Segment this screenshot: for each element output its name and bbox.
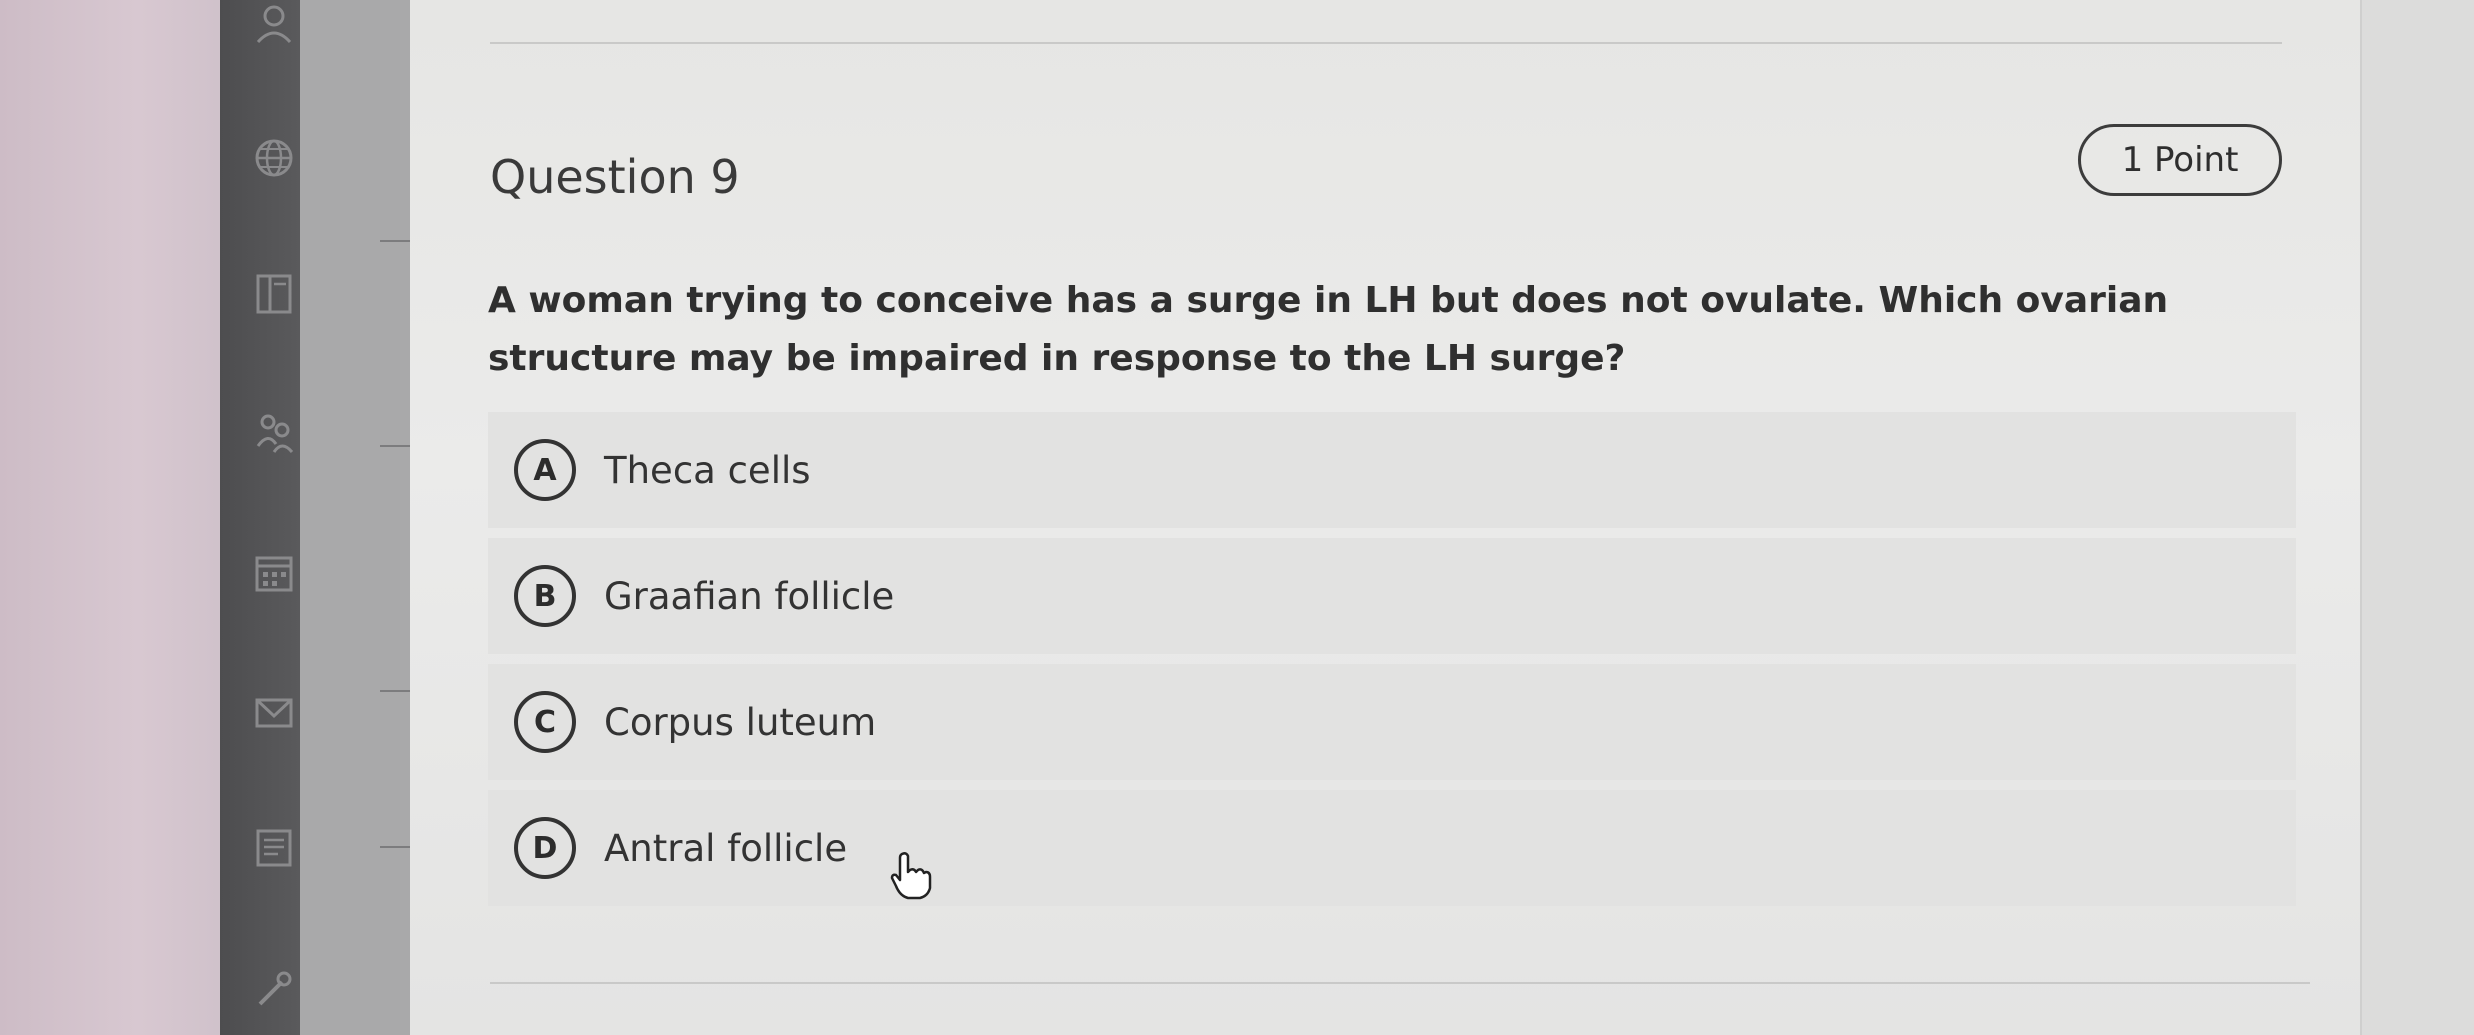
option-c[interactable]: C Corpus luteum <box>488 664 2296 780</box>
book-icon[interactable] <box>252 272 296 316</box>
option-a[interactable]: A Theca cells <box>488 412 2296 528</box>
divider <box>380 445 410 447</box>
option-label: Antral follicle <box>604 826 848 870</box>
bottom-divider <box>490 982 2310 984</box>
calendar-icon[interactable] <box>252 550 296 594</box>
option-letter-badge: B <box>514 565 576 627</box>
document-icon[interactable] <box>252 826 296 870</box>
option-label: Graafian follicle <box>604 574 895 618</box>
option-label: Theca cells <box>604 448 811 492</box>
question-title: Question 9 <box>490 150 740 204</box>
option-b[interactable]: B Graafian follicle <box>488 538 2296 654</box>
hand-cursor-icon <box>888 850 932 900</box>
question-text: A woman trying to conceive has a surge i… <box>488 280 2169 379</box>
mail-icon[interactable] <box>252 690 296 734</box>
desktop-background <box>0 0 230 1035</box>
people-icon[interactable] <box>252 410 296 454</box>
top-divider <box>490 42 2282 44</box>
divider <box>380 690 410 692</box>
divider <box>380 846 410 848</box>
option-d[interactable]: D Antral follicle <box>488 790 2296 906</box>
side-panel <box>300 0 410 1035</box>
tools-icon[interactable] <box>252 968 296 1012</box>
divider <box>380 240 410 242</box>
points-badge: 1 Point <box>2078 124 2282 196</box>
user-icon[interactable] <box>252 2 296 46</box>
globe-icon[interactable] <box>252 136 296 180</box>
option-letter-badge: A <box>514 439 576 501</box>
page-margin <box>2360 0 2474 1035</box>
option-letter-badge: D <box>514 817 576 879</box>
option-label: Corpus luteum <box>604 700 877 744</box>
option-letter-badge: C <box>514 691 576 753</box>
